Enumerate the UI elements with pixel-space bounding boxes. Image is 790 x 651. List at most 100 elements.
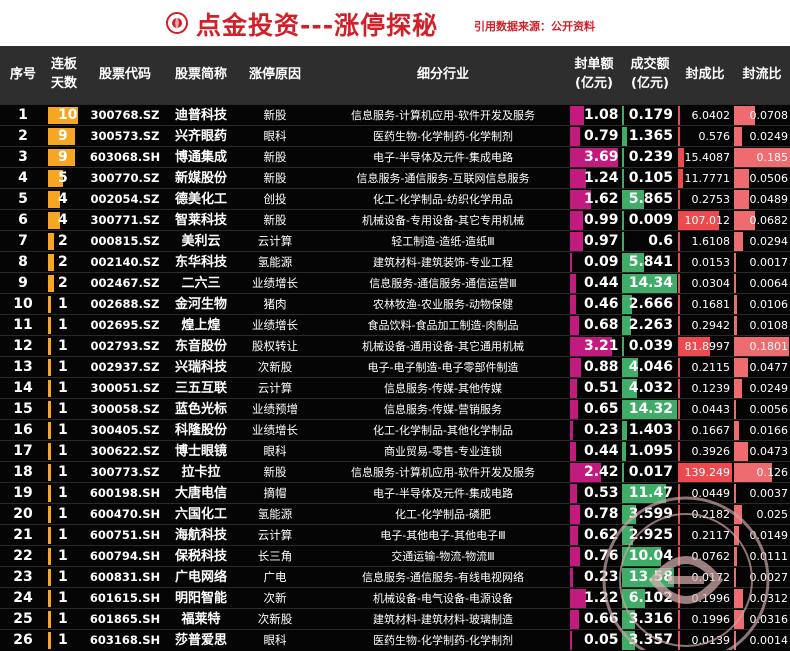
seal-float-ratio-cell-value: 0.0149 <box>749 529 789 542</box>
seal-amount-cell-bar <box>570 631 572 650</box>
turnover-cell-value: 14.34 <box>628 275 673 291</box>
seal-turnover-ratio-cell: 0.0153 <box>678 252 732 273</box>
turnover-cell: 10.04 <box>622 546 677 567</box>
stock-code: 002793.SZ <box>90 339 160 353</box>
limit-up-reason: 新股 <box>263 465 287 479</box>
seal-float-ratio-cell-value: 0.0477 <box>749 361 789 374</box>
days-cell: 4 <box>46 189 82 210</box>
seal-turnover-ratio-cell-bar <box>678 274 680 293</box>
seal-turnover-ratio-cell: 0.0139 <box>678 630 732 651</box>
seal-float-ratio-cell-bar <box>734 169 750 188</box>
turnover-cell-value: 13.58 <box>628 569 673 585</box>
seal-amount-cell: 0.05 <box>570 630 620 651</box>
days-cell-bar <box>48 590 51 607</box>
seal-amount-cell: 0.51 <box>570 378 620 399</box>
seal-float-ratio-cell-value: 0.0682 <box>749 214 789 227</box>
limit-up-reason: 云计算 <box>257 528 293 542</box>
seal-float-ratio-cell-value: 0.1801 <box>749 340 789 353</box>
turnover-cell-value: 0.239 <box>628 149 673 165</box>
stock-name: 二六三 <box>181 276 221 291</box>
seal-turnover-ratio-cell-value: 0.0139 <box>691 634 731 647</box>
days-cell-value: 1 <box>58 443 68 459</box>
seal-amount-cell: 0.62 <box>570 525 620 546</box>
seal-amount-cell-value: 1.24 <box>584 170 619 186</box>
stock-code: 300771.SZ <box>90 213 160 227</box>
seal-turnover-ratio-cell-value: 0.1681 <box>691 298 731 311</box>
seal-float-ratio-cell-value: 0.0056 <box>749 403 789 416</box>
turnover-cell: 2.263 <box>622 315 677 336</box>
turnover-cell-value: 11.47 <box>628 485 673 501</box>
days-cell: 1 <box>46 483 82 504</box>
seal-amount-cell: 2.42 <box>570 462 620 483</box>
seal-float-ratio-cell-value: 0.025 <box>756 508 789 521</box>
seal-amount-cell-value: 0.53 <box>584 485 619 501</box>
turnover-cell-bar <box>622 232 625 251</box>
stock-code: 300770.SZ <box>90 171 160 185</box>
seal-float-ratio-cell: 0.0316 <box>734 609 790 630</box>
seal-float-ratio-cell-value: 0.0708 <box>749 109 789 122</box>
sub-industry: 建筑材料-建筑材料-玻璃制造 <box>373 613 513 626</box>
turnover-cell-bar <box>622 127 628 146</box>
sub-industry: 电子-半导体及元件-集成电路 <box>373 487 513 500</box>
seal-turnover-ratio-cell-value: 0.2942 <box>691 319 731 332</box>
turnover-cell: 4.032 <box>622 378 677 399</box>
seal-turnover-ratio-cell: 0.2942 <box>678 315 732 336</box>
seal-turnover-ratio-cell-bar <box>678 148 684 167</box>
days-cell-value: 5 <box>58 170 68 186</box>
days-cell-value: 1 <box>58 590 68 606</box>
seal-float-ratio-cell: 0.0149 <box>734 525 790 546</box>
seal-turnover-ratio-cell-bar <box>678 631 680 650</box>
table-header: 序号 连板 天数 股票代码 股票简称 涨停原因 细分行业 封单额 (亿元) 成交… <box>0 46 790 104</box>
seal-amount-cell: 0.88 <box>570 357 620 378</box>
limit-up-reason: 氢能源 <box>257 507 293 521</box>
seal-amount-cell-value: 0.51 <box>584 380 619 396</box>
seal-amount-cell: 0.53 <box>570 483 620 504</box>
seal-turnover-ratio-cell-value: 0.0172 <box>691 571 731 584</box>
seal-amount-cell-bar <box>570 295 576 314</box>
stock-code: 600470.SH <box>89 507 161 521</box>
seal-float-ratio-cell-bar <box>734 589 744 608</box>
limit-up-reason: 次新股 <box>257 612 293 626</box>
seal-amount-cell-bar <box>570 400 579 419</box>
stock-name: 智莱科技 <box>174 213 227 228</box>
turnover-cell: 14.32 <box>622 399 677 420</box>
seal-float-ratio-cell: 0.0056 <box>734 399 790 420</box>
turnover-cell-value: 4.032 <box>628 380 673 396</box>
row-index: 13 <box>13 359 33 375</box>
sub-industry: 电子-电子制造-电子零部件制造 <box>367 361 519 374</box>
seal-amount-cell: 0.97 <box>570 231 620 252</box>
col-header-reason: 涨停原因 <box>248 67 301 82</box>
turnover-cell: 0.009 <box>622 210 677 231</box>
row-index: 3 <box>18 149 28 165</box>
turnover-cell: 6.102 <box>622 588 677 609</box>
seal-amount-cell-value: 0.62 <box>584 527 619 543</box>
stock-code: 002937.SZ <box>90 360 160 374</box>
days-cell: 2 <box>46 231 82 252</box>
seal-amount-cell-bar <box>570 379 577 398</box>
turnover-cell: 5.865 <box>622 189 677 210</box>
days-cell-value: 1 <box>58 464 68 480</box>
seal-float-ratio-cell-bar <box>734 232 743 251</box>
seal-turnover-ratio-cell: 0.0304 <box>678 273 732 294</box>
seal-amount-cell-value: 1.08 <box>584 107 619 123</box>
seal-float-ratio-cell: 0.0682 <box>734 210 790 231</box>
days-cell: 1 <box>46 399 82 420</box>
brand-logo-icon <box>166 12 188 34</box>
days-cell-value: 1 <box>58 485 68 501</box>
seal-turnover-ratio-cell: 15.4087 <box>678 147 732 168</box>
seal-turnover-ratio-cell-bar <box>678 169 683 188</box>
turnover-cell: 0.105 <box>622 168 677 189</box>
turnover-cell: 11.47 <box>622 483 677 504</box>
limit-up-table-page: 点金投资---涨停探秘 引用数据来源：公开资料 序号 连板 天数 股票代码 股票… <box>0 0 790 651</box>
limit-up-reason: 云计算 <box>257 381 293 395</box>
seal-float-ratio-cell-value: 0.0506 <box>749 172 789 185</box>
days-cell-value: 1 <box>58 296 68 312</box>
seal-amount-cell: 3.69 <box>570 147 620 168</box>
seal-amount-cell-value: 0.68 <box>584 317 619 333</box>
table-row: 12 1 002793.SZ 东音股份 股权转让 机械设备-通用设备-其它通用机械 3.21… <box>0 335 790 357</box>
seal-float-ratio-cell: 0.0111 <box>734 546 790 567</box>
row-index: 11 <box>13 317 33 333</box>
stock-code: 300773.SZ <box>90 465 160 479</box>
row-index: 18 <box>13 464 33 480</box>
table-row: 7 2 000815.SZ 美利云 云计算 轻工制造-造纸-造纸Ⅲ 0.97 0.6 1.610… <box>0 230 790 252</box>
